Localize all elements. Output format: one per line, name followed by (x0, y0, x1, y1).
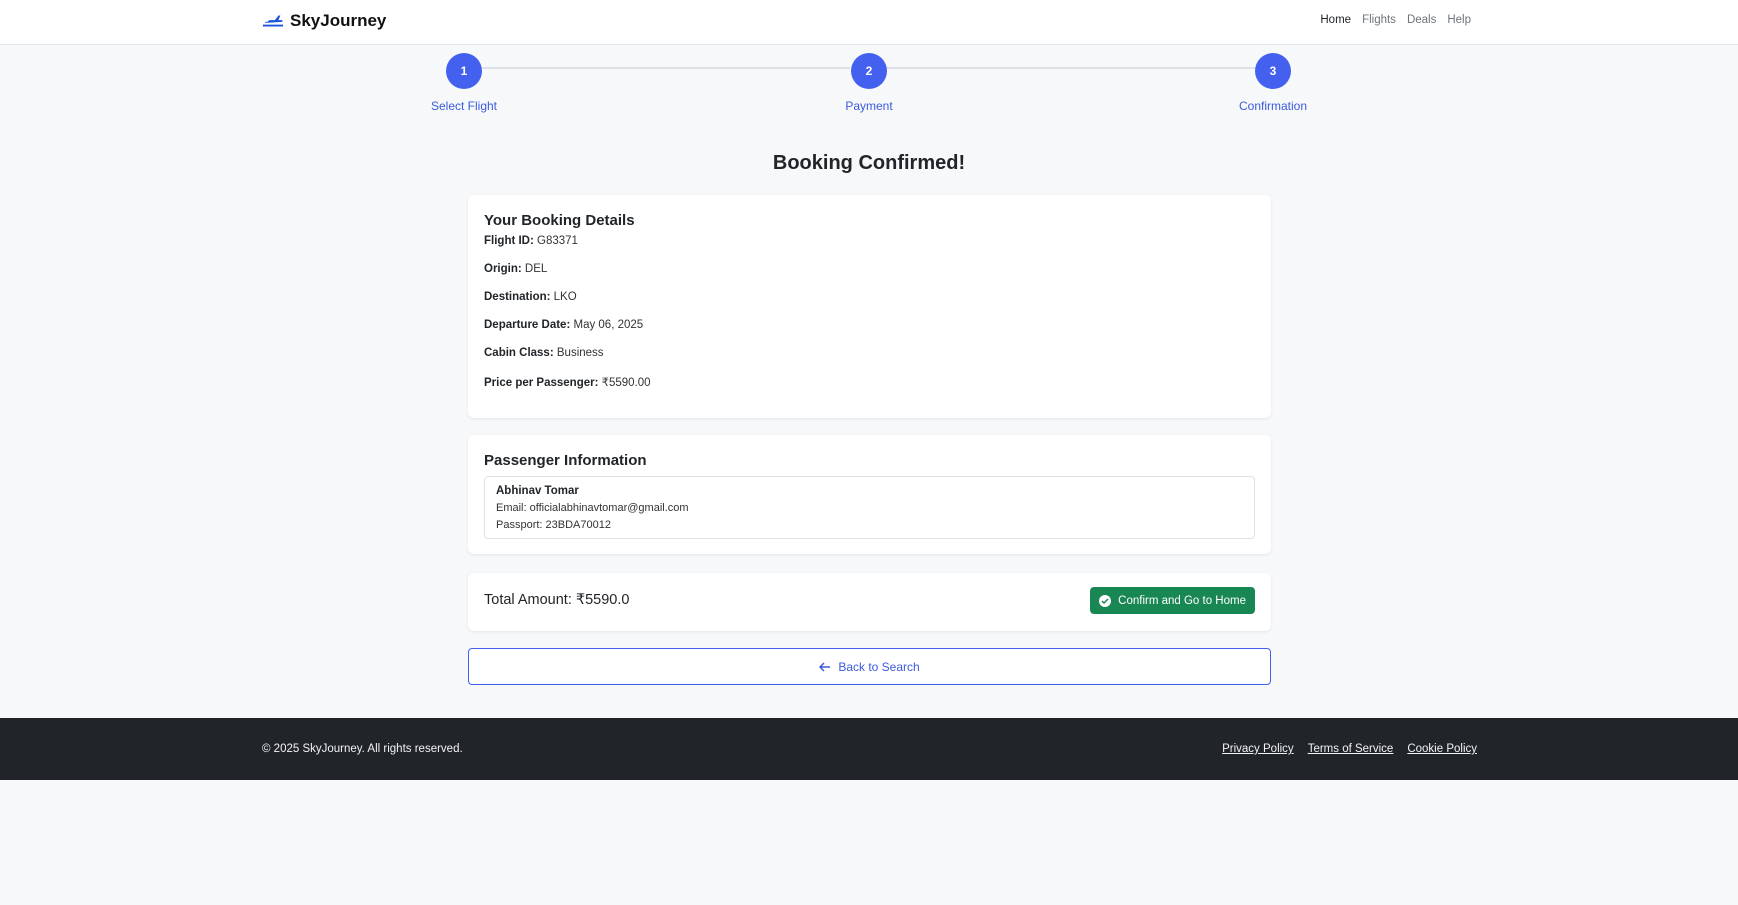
check-circle-icon (1099, 594, 1112, 607)
nav-links: Home Flights Deals Help (1320, 14, 1471, 26)
step-connector (887, 67, 1255, 69)
detail-value: ₹5590.00 (601, 377, 651, 389)
back-button-label: Back to Search (838, 659, 920, 674)
destination-row: Destination: LKO (484, 291, 577, 303)
footer: © 2025 SkyJourney. All rights reserved. … (0, 718, 1738, 780)
detail-label: Flight ID: (484, 235, 534, 247)
confirm-button-label: Confirm and Go to Home (1118, 594, 1246, 607)
detail-label: Price per Passenger: (484, 377, 599, 389)
step-confirmation: 3 Confirmation (1213, 53, 1333, 113)
total-amount: Total Amount: ₹5590.0 (484, 592, 630, 608)
cabin-class-row: Cabin Class: Business (484, 347, 604, 359)
detail-value: May 06, 2025 (573, 319, 644, 331)
departure-date-row: Departure Date: May 06, 2025 (484, 319, 643, 331)
passenger-name: Abhinav Tomar (496, 485, 579, 497)
step-select-flight: 1 Select Flight (404, 53, 524, 113)
nav-link-deals[interactable]: Deals (1407, 14, 1436, 26)
nav-link-home[interactable]: Home (1320, 14, 1351, 26)
flight-id-row: Flight ID: G83371 (484, 235, 578, 247)
step-number: 1 (446, 53, 482, 89)
detail-label: Origin: (484, 263, 522, 275)
step-payment: 2 Payment (809, 53, 929, 113)
step-connector (482, 67, 850, 69)
arrow-left-icon (819, 661, 831, 672)
origin-row: Origin: DEL (484, 263, 547, 275)
back-to-search-button[interactable]: Back to Search (468, 648, 1271, 685)
brand-logo[interactable]: SkyJourney (262, 11, 386, 31)
footer-links: Privacy Policy Terms of Service Cookie P… (1222, 743, 1477, 755)
step-label: Select Flight (430, 99, 498, 113)
booking-details-card: Your Booking Details Flight ID: G83371 O… (468, 195, 1271, 418)
terms-of-service-link[interactable]: Terms of Service (1308, 743, 1394, 755)
step-label: Payment (845, 99, 893, 113)
airplane-icon (262, 15, 284, 27)
step-label: Confirmation (1238, 99, 1308, 113)
passenger-info-card: Passenger Information Abhinav Tomar Emai… (468, 435, 1271, 554)
confirm-go-home-button[interactable]: Confirm and Go to Home (1090, 587, 1255, 614)
detail-value: LKO (553, 291, 577, 303)
nav-link-help[interactable]: Help (1447, 14, 1471, 26)
detail-value: DEL (524, 263, 548, 275)
copyright-text: © 2025 SkyJourney. All rights reserved. (262, 743, 463, 755)
step-number: 2 (851, 53, 887, 89)
cookie-policy-link[interactable]: Cookie Policy (1407, 743, 1477, 755)
page-title: Booking Confirmed! (772, 152, 966, 174)
passenger-info-title: Passenger Information (484, 452, 647, 469)
passenger-email: Email: officialabhinavtomar@gmail.com (496, 502, 689, 514)
passenger-entry: Abhinav Tomar Email: officialabhinavtoma… (484, 476, 1255, 539)
detail-value: G83371 (537, 235, 578, 247)
brand-name: SkyJourney (290, 11, 387, 30)
detail-value: Business (556, 347, 604, 359)
detail-label: Cabin Class: (484, 347, 554, 359)
booking-details-title: Your Booking Details (484, 212, 635, 229)
detail-label: Departure Date: (484, 319, 571, 331)
passenger-passport: Passport: 23BDA70012 (496, 519, 611, 531)
nav-link-flights[interactable]: Flights (1362, 14, 1396, 26)
price-row: Price per Passenger: ₹5590.00 (484, 375, 651, 389)
privacy-policy-link[interactable]: Privacy Policy (1222, 743, 1294, 755)
navbar: SkyJourney Home Flights Deals Help (0, 0, 1738, 45)
total-card: Total Amount: ₹5590.0 Confirm and Go to … (468, 573, 1271, 631)
step-number: 3 (1255, 53, 1291, 89)
detail-label: Destination: (484, 291, 551, 303)
